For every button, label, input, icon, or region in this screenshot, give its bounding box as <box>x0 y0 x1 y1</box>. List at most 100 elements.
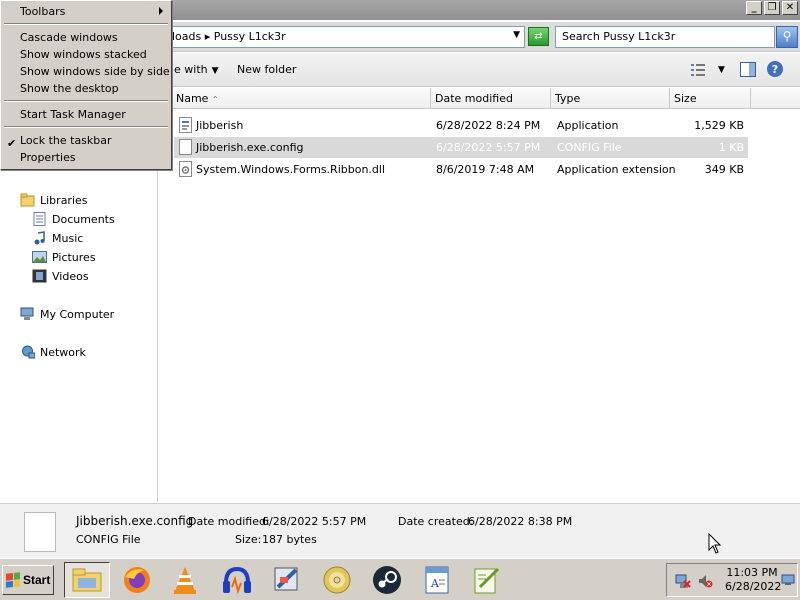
menu-item-stacked[interactable]: Show windows stacked <box>20 48 147 61</box>
nav-label: Music <box>52 231 84 245</box>
nav-documents[interactable]: Documents <box>32 212 115 226</box>
search-input[interactable]: Search Pussy L1ck3r <box>555 26 775 48</box>
videos-icon <box>32 269 47 283</box>
help-icon[interactable]: ? <box>766 60 784 78</box>
submenu-arrow-icon <box>159 7 163 15</box>
vlc-icon[interactable] <box>168 562 202 598</box>
folder-icon[interactable] <box>64 562 110 598</box>
network-icon <box>22 345 35 359</box>
file-type: Application <box>557 119 619 132</box>
mouse-cursor-icon <box>708 533 722 554</box>
details-filename: Jibberish.exe.config <box>76 514 194 528</box>
details-date-modified-label: Date modified: <box>188 515 270 528</box>
audacity-icon[interactable] <box>220 562 254 598</box>
nav-label: Libraries <box>40 193 88 207</box>
svg-text:?: ? <box>772 63 778 76</box>
sort-asc-icon: ⌃ <box>211 95 219 104</box>
nav-label: Videos <box>52 269 89 283</box>
details-size: 187 bytes <box>262 533 317 546</box>
file-date: 6/28/2022 5:57 PM <box>436 141 541 154</box>
preview-pane-icon[interactable] <box>740 62 756 77</box>
menu-item-task-manager[interactable]: Start Task Manager <box>20 108 126 121</box>
taskbar: Start A 11:03 PM 6/28/2022 <box>0 558 800 600</box>
breadcrumb[interactable]: loads ▸ Pussy L1ck3r <box>172 30 286 43</box>
column-header-name[interactable]: Name ⌃ <box>160 88 431 109</box>
column-header-size[interactable]: Size <box>670 88 751 109</box>
address-bar[interactable]: loads ▸ Pussy L1ck3r ▼ <box>165 26 525 48</box>
minimize-button[interactable]: _ <box>746 1 762 15</box>
file-row-selected[interactable]: Jibberish.exe.config 6/28/2022 5:57 PM C… <box>174 137 748 158</box>
computer-icon <box>20 307 34 320</box>
file-size: 1,529 KB <box>694 119 744 132</box>
start-button[interactable]: Start <box>2 565 54 595</box>
maximize-button[interactable]: ❐ <box>764 1 780 15</box>
column-header-date[interactable]: Date modified <box>431 88 551 109</box>
details-date-modified: 6/28/2022 5:57 PM <box>262 515 367 528</box>
menu-item-properties[interactable]: Properties <box>20 151 76 164</box>
volume-muted-icon[interactable] <box>697 573 713 589</box>
address-dropdown-icon[interactable]: ▼ <box>513 30 520 40</box>
view-options-icon[interactable] <box>690 62 706 77</box>
nav-music[interactable]: Music <box>32 231 83 245</box>
file-row[interactable]: Jibberish 6/28/2022 8:24 PM Application … <box>174 115 748 136</box>
menu-item-cascade[interactable]: Cascade windows <box>20 31 118 44</box>
start-label: Start <box>23 573 51 587</box>
clock-time: 11:03 PM <box>726 566 778 579</box>
network-status-icon[interactable] <box>675 573 691 589</box>
file-list: Name ⌃ Date modified Type Size Jibberish… <box>160 88 800 502</box>
details-date-created-label: Date created: <box>398 515 474 528</box>
documents-icon <box>33 212 46 226</box>
svg-text:A: A <box>430 577 440 590</box>
close-button[interactable]: ✕ <box>782 1 798 15</box>
nav-label: My Computer <box>40 307 115 321</box>
nav-videos[interactable]: Videos <box>32 269 89 283</box>
menu-separator <box>4 23 168 25</box>
wordpad-icon[interactable]: A <box>420 562 454 598</box>
menu-item-side-by-side[interactable]: Show windows side by side <box>20 65 170 78</box>
system-tray: 11:03 PM 6/28/2022 <box>666 563 798 597</box>
clock-date: 6/28/2022 <box>725 580 782 593</box>
chevron-down-icon: ▼ <box>211 66 219 76</box>
menu-item-lock-taskbar[interactable]: Lock the taskbar <box>20 134 112 147</box>
nav-my-computer[interactable]: My Computer <box>20 307 114 321</box>
windows-logo-icon <box>6 572 20 588</box>
steam-icon[interactable] <box>370 562 404 598</box>
libraries-icon <box>20 193 35 207</box>
nav-libraries[interactable]: Libraries <box>20 193 88 207</box>
nav-label: Pictures <box>52 250 96 264</box>
file-name: System.Windows.Forms.Ribbon.dll <box>196 163 386 176</box>
open-with-button[interactable]: e with ▼ <box>174 63 219 76</box>
pictures-icon <box>32 251 47 263</box>
new-folder-button[interactable]: New folder <box>237 63 296 76</box>
column-header-type[interactable]: Type <box>551 88 670 109</box>
menu-item-toolbars[interactable]: Toolbars <box>20 5 65 18</box>
clock[interactable]: 11:03 PM 6/28/2022 <box>725 566 782 594</box>
file-row[interactable]: System.Windows.Forms.Ribbon.dll 8/6/2019… <box>174 159 748 180</box>
menu-item-show-desktop[interactable]: Show the desktop <box>20 82 119 95</box>
view-dropdown-icon[interactable]: ▼ <box>718 65 725 75</box>
details-type: CONFIG File <box>76 533 141 546</box>
refresh-button[interactable]: ⇄ <box>528 27 549 46</box>
menu-separator <box>4 126 168 128</box>
file-name: Jibberish.exe.config <box>196 141 304 154</box>
dll-file-icon <box>179 161 192 177</box>
file-preview-icon <box>24 512 56 552</box>
menu-separator <box>4 100 168 102</box>
details-date-created: 6/28/2022 8:38 PM <box>468 515 573 528</box>
file-type: CONFIG File <box>557 141 622 154</box>
file-size: 349 KB <box>704 163 744 176</box>
checkmark-icon: ✔ <box>7 137 17 150</box>
nav-pictures[interactable]: Pictures <box>32 250 96 264</box>
nav-label: Network <box>40 345 86 359</box>
details-size-label: Size: <box>235 533 262 546</box>
disc-icon[interactable] <box>320 562 354 598</box>
search-icon[interactable]: ⚲ <box>776 26 798 48</box>
notepadplusplus-icon[interactable] <box>470 562 504 598</box>
file-date: 8/6/2019 7:48 AM <box>436 163 535 176</box>
config-file-icon <box>179 139 192 155</box>
nav-network[interactable]: Network <box>20 345 86 359</box>
firefox-icon[interactable] <box>120 562 154 598</box>
paint-icon[interactable] <box>270 562 304 598</box>
file-name: Jibberish <box>196 119 244 132</box>
show-desktop-icon[interactable] <box>781 573 795 587</box>
